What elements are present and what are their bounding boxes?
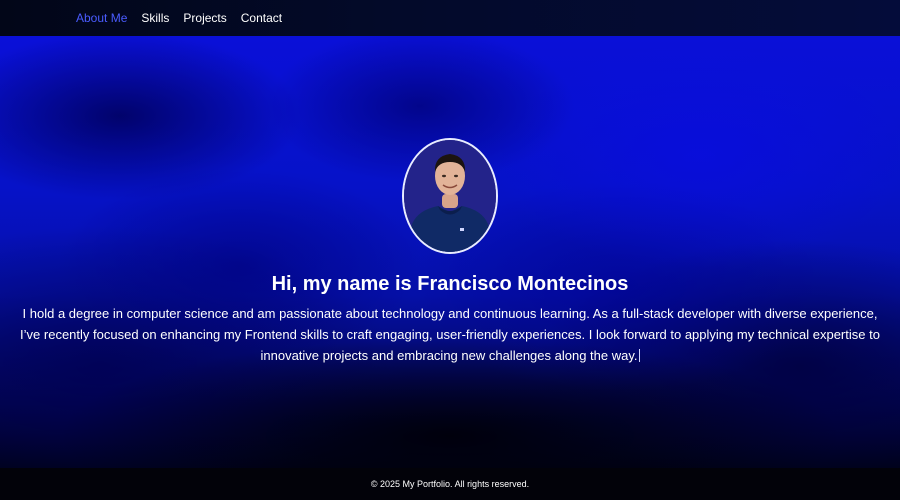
nav-link-skills[interactable]: Skills xyxy=(141,12,169,24)
hero-description-text: I hold a degree in computer science and … xyxy=(20,306,880,363)
top-navbar: About Me Skills Projects Contact xyxy=(0,0,900,36)
nav-link-projects[interactable]: Projects xyxy=(183,12,226,24)
profile-photo-icon xyxy=(404,140,496,252)
nav-link-contact[interactable]: Contact xyxy=(241,12,282,24)
hero-description: I hold a degree in computer science and … xyxy=(18,303,882,366)
nav-link-about-me[interactable]: About Me xyxy=(76,12,127,24)
footer: © 2025 My Portfolio. All rights reserved… xyxy=(0,468,900,500)
hero-section: Hi, my name is Francisco Montecinos I ho… xyxy=(0,36,900,468)
nav-links: About Me Skills Projects Contact xyxy=(76,12,282,24)
typing-caret xyxy=(638,349,640,362)
avatar xyxy=(402,138,498,254)
footer-copyright: © 2025 My Portfolio. All rights reserved… xyxy=(370,479,530,489)
hero-title: Hi, my name is Francisco Montecinos xyxy=(271,273,629,295)
